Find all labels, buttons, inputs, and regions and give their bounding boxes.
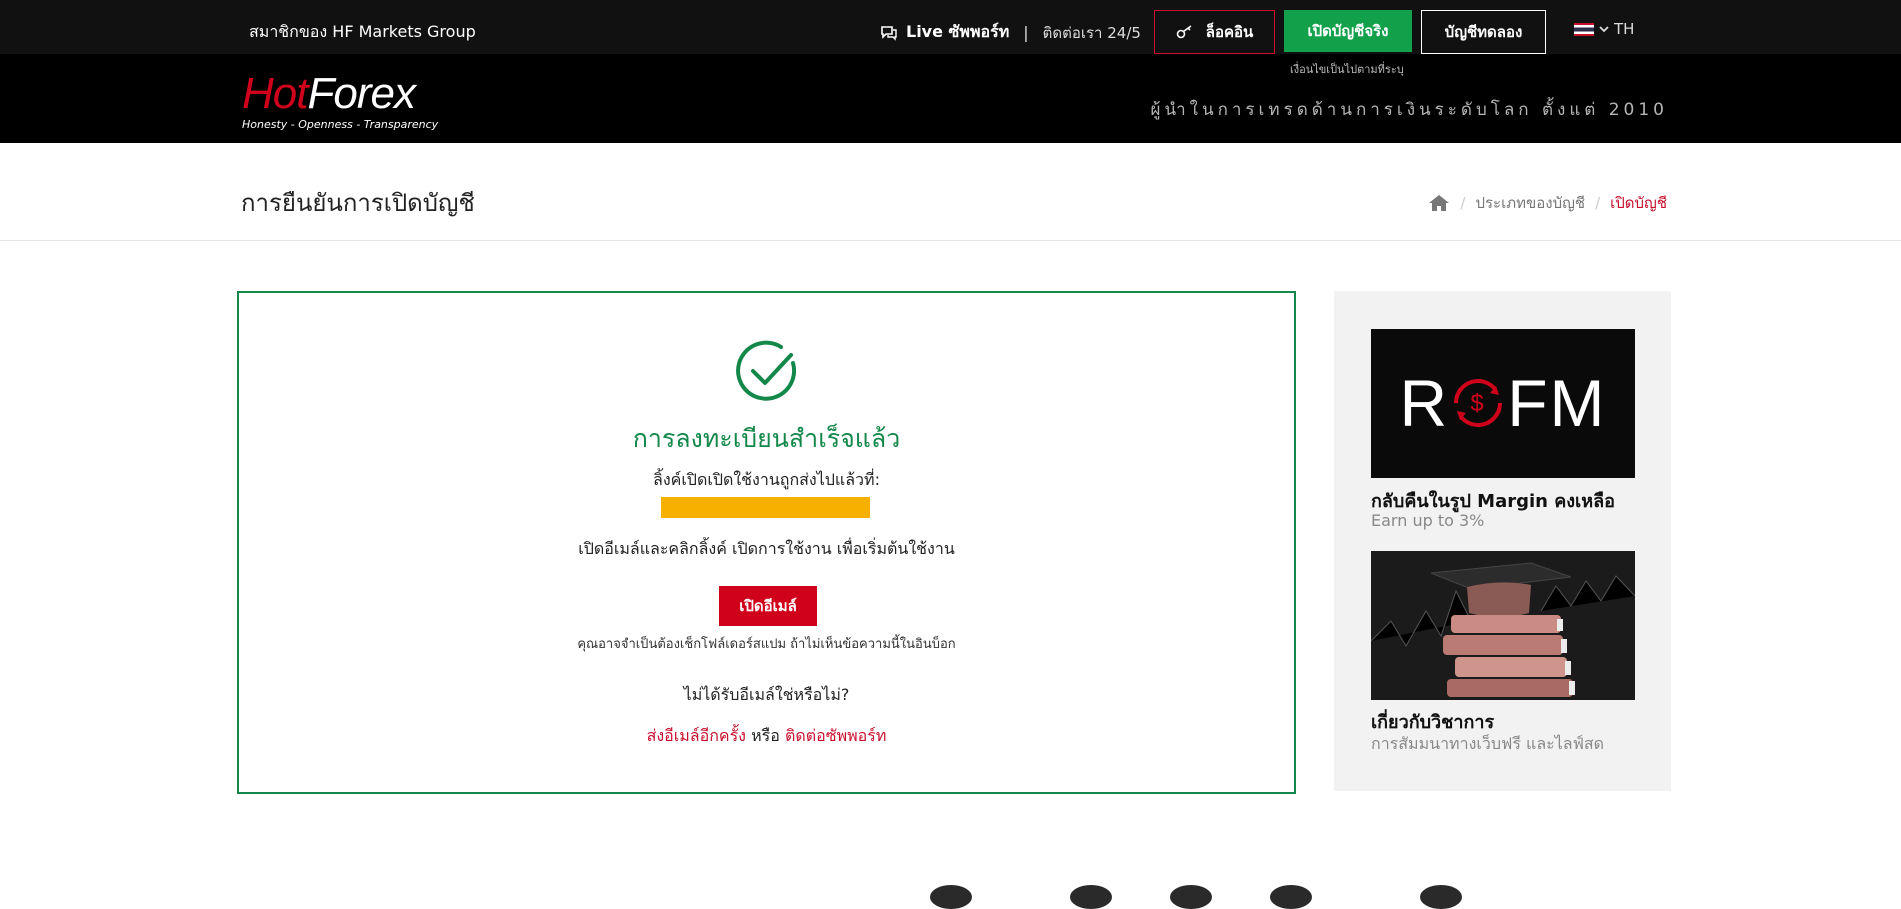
page-header: การยืนยันการเปิดบัญชี / ประเภทของบัญชี /… xyxy=(0,143,1901,241)
hotforex-logo[interactable]: HotForex Honesty - Openness - Transparen… xyxy=(242,69,439,132)
dollar-cycle-icon: $ xyxy=(1454,379,1503,427)
breadcrumb-open-account: เปิดบัญชี xyxy=(1610,194,1667,212)
chevron-down-icon xyxy=(1599,26,1609,33)
chat-icon xyxy=(881,25,897,41)
member-of-group-text: สมาชิกของ HF Markets Group xyxy=(249,22,476,41)
contact-us-text: ติดต่อเรา 24/5 xyxy=(1042,23,1141,42)
logo-hot-text: Hot xyxy=(242,69,308,118)
footer-team-photo-partial xyxy=(900,885,1500,909)
logo-tagline: Honesty - Openness - Transparency xyxy=(242,118,439,131)
promo-subtitle-education: การสัมมนาทางเว็บฟรี และไลฟ์สด xyxy=(1371,734,1605,753)
language-label: TH xyxy=(1614,20,1635,38)
rofm-letter-r: R xyxy=(1399,366,1450,440)
books-graduation-cap-illustration xyxy=(1371,551,1635,700)
brand-slogan: ผู้นำในการเทรดด้านการเงินระดับโลก ตั้งแต… xyxy=(1150,100,1668,120)
success-check-icon xyxy=(736,340,797,401)
thai-flag-icon xyxy=(1574,22,1594,36)
promo-sidebar: R $ FM กลับคืนในรูป Margin คงเหลือ Earn … xyxy=(1334,291,1671,791)
rofm-logo: R $ FM xyxy=(1371,367,1635,439)
login-button[interactable]: ล็อคอิน xyxy=(1154,10,1275,54)
home-icon[interactable] xyxy=(1428,194,1450,212)
open-email-label: เปิดอีเมล์ xyxy=(739,597,797,615)
rofm-promo-image[interactable]: R $ FM xyxy=(1371,329,1635,478)
resend-row: ส่งอีเมล์อีกครั้ง หรือ ติดต่อซัพพอร์ท xyxy=(239,724,1294,749)
rofm-letters-fm: FM xyxy=(1507,366,1607,440)
open-real-account-label: เปิดบัญชีจริง xyxy=(1307,22,1389,40)
masked-email-address xyxy=(661,497,870,518)
login-label: ล็อคอิน xyxy=(1205,23,1254,41)
open-real-account-button[interactable]: เปิดบัญชีจริง xyxy=(1284,10,1412,52)
success-title: การลงทะเบียนสำเร็จแล้ว xyxy=(632,424,901,453)
logo-forex-text: Forex xyxy=(307,69,415,118)
open-email-button[interactable]: เปิดอีเมล์ xyxy=(719,586,817,626)
or-text: หรือ xyxy=(751,726,780,745)
open-email-instructions: เปิดอีเมล์และคลิกลิ้งค์ เปิดการใช้งาน เพ… xyxy=(578,539,955,558)
resend-email-link[interactable]: ส่งอีเมล์อีกครั้ง xyxy=(647,726,746,745)
not-received-question: ไม่ได้รับอีเมล์ใช่หรือไม่? xyxy=(683,685,850,704)
spam-folder-note: คุณอาจจำเป็นต้องเช็กโฟล์เดอร์สแปม ถ้าไม่… xyxy=(577,637,956,652)
conditions-note: เงื่อนไขเป็นไปตามที่ระบุ xyxy=(1290,63,1404,76)
breadcrumb-account-types[interactable]: ประเภทของบัญชี xyxy=(1475,191,1585,215)
svg-text:$: $ xyxy=(1471,390,1486,417)
live-support-label: Live ซัพพอร์ท xyxy=(906,22,1010,41)
brand-bar: เงื่อนไขเป็นไปตามที่ระบุ HotForex Honest… xyxy=(0,54,1901,143)
top-bar: สมาชิกของ HF Markets Group Live ซัพพอร์ท… xyxy=(0,0,1901,54)
topbar-separator: | xyxy=(1023,23,1029,42)
promo-subtitle-margin: Earn up to 3% xyxy=(1371,511,1485,530)
breadcrumb-separator: / xyxy=(1460,194,1466,212)
demo-account-button[interactable]: บัญชีทดลอง xyxy=(1421,10,1546,54)
page-title: การยืนยันการเปิดบัญชี xyxy=(241,189,475,217)
breadcrumb-separator: / xyxy=(1595,194,1601,212)
language-selector[interactable]: TH xyxy=(1574,20,1634,38)
activation-sent-text: ลิ้งค์เปิดเปิดใช้งานถูกส่งไปแล้วที่: xyxy=(653,470,880,489)
education-promo-image[interactable] xyxy=(1371,551,1635,700)
breadcrumb: / ประเภทของบัญชี / เปิดบัญชี xyxy=(1428,191,1667,215)
confirmation-card: การลงทะเบียนสำเร็จแล้ว ลิ้งค์เปิดเปิดใช้… xyxy=(237,291,1296,794)
live-support-link[interactable]: Live ซัพพอร์ท | ติดต่อเรา 24/5 xyxy=(880,20,1141,45)
contact-support-link[interactable]: ติดต่อซัพพอร์ท xyxy=(785,726,886,745)
key-icon xyxy=(1176,25,1192,39)
demo-account-label: บัญชีทดลอง xyxy=(1444,23,1523,41)
